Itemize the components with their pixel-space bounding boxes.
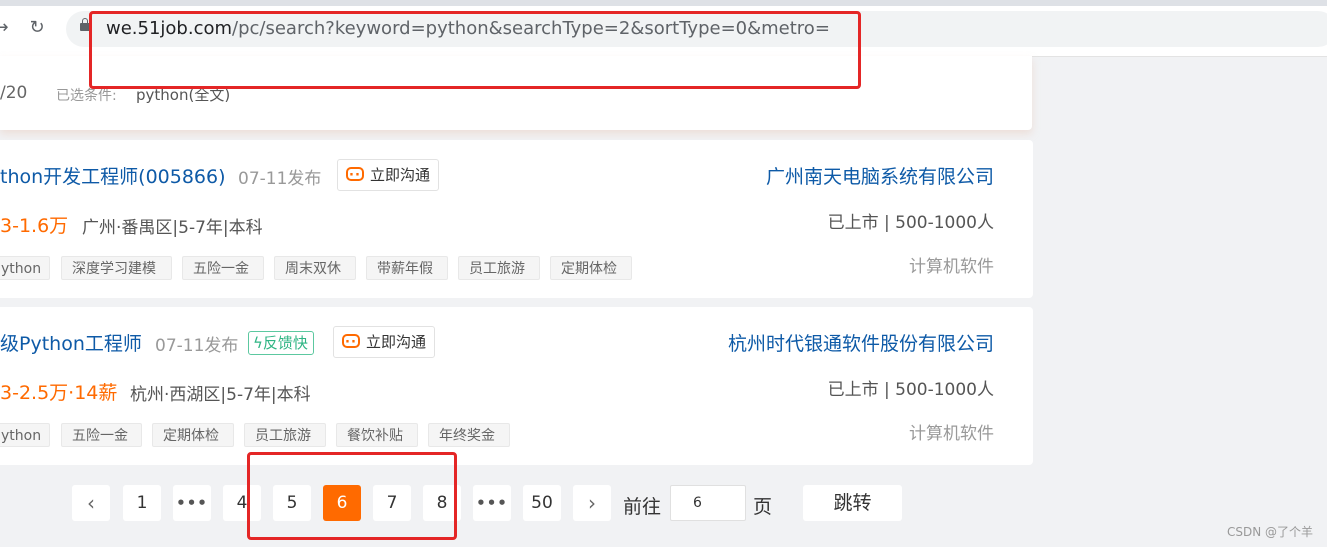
address-bar[interactable]: we.51job.com/pc/search?keyword=python&se… [66, 11, 1327, 47]
salary: 3-2.5万·14薪 [0, 382, 118, 404]
post-date: 07-11发布 [155, 336, 239, 356]
jump-button[interactable]: 跳转 [803, 485, 902, 521]
prev-page-button[interactable]: ‹ [72, 485, 110, 521]
job-tag: 员工旅游 [244, 423, 326, 447]
company-name[interactable]: 杭州时代银通软件股份有限公司 [728, 329, 994, 356]
salary: 3-1.6万 [0, 215, 69, 237]
badge-label: 反馈快 [262, 334, 308, 352]
job-location: 广州·番禺区|5-7年|本科 [82, 218, 263, 238]
page-button[interactable]: 4 [223, 485, 261, 521]
next-page-button[interactable]: › [573, 485, 611, 521]
chat-button[interactable]: 立即沟通 [333, 326, 436, 358]
browser-toolbar: → ↻ we.51job.com/pc/search?keyword=pytho… [0, 0, 1327, 57]
url-text[interactable]: we.51job.com/pc/search?keyword=python&se… [106, 18, 830, 40]
selected-condition[interactable]: python(全文) [136, 84, 230, 105]
page-button[interactable]: 7 [373, 485, 411, 521]
job-tag: 深度学习建模 [61, 256, 172, 280]
url-path: /pc/search?keyword=python&searchType=2&s… [232, 18, 830, 39]
page-content: /20 已选条件: python(全文) thon开发工程师(005866) 0… [0, 56, 1327, 547]
page-ellipsis[interactable]: ••• [173, 485, 211, 521]
job-location: 杭州·西湖区|5-7年|本科 [130, 385, 311, 405]
chat-icon [346, 161, 364, 191]
current-page-button[interactable]: 6 [323, 485, 361, 521]
job-tag: ython [0, 423, 50, 447]
pagination: ‹ 1 ••• 4 5 6 7 8 ••• 50 › 前往 页 跳转 [0, 484, 1000, 524]
company-name[interactable]: 广州南天电脑系统有限公司 [766, 162, 994, 189]
company-industry: 计算机软件 [909, 257, 994, 277]
job-title[interactable]: 级Python工程师 [0, 329, 142, 356]
reload-icon[interactable]: ↻ [26, 17, 48, 39]
job-tag: ython [0, 256, 50, 280]
page-suffix: 页 [753, 496, 773, 518]
job-card[interactable]: thon开发工程师(005866) 07-11发布 立即沟通 3-1.6万 广州… [0, 140, 1033, 298]
goto-page-input[interactable] [670, 485, 746, 521]
job-tag: 定期体检 [550, 256, 632, 280]
chat-button-label: 立即沟通 [366, 333, 427, 351]
lock-icon [80, 18, 90, 31]
chat-icon [342, 328, 360, 358]
page-ellipsis[interactable]: ••• [473, 485, 511, 521]
watermark: CSDN @了个羊 [1226, 525, 1313, 539]
forward-arrow-icon[interactable]: → [0, 17, 12, 39]
company-scale: 已上市 | 500-1000人 [827, 380, 994, 400]
job-tag: 餐饮补贴 [336, 423, 418, 447]
page-button[interactable]: 5 [273, 485, 311, 521]
post-date: 07-11发布 [238, 169, 322, 189]
job-tag: 带薪年假 [366, 256, 448, 280]
job-tag: 五险一金 [61, 423, 142, 447]
chat-button[interactable]: 立即沟通 [337, 159, 440, 191]
page-button[interactable]: 50 [523, 485, 561, 521]
company-scale: 已上市 | 500-1000人 [827, 213, 994, 233]
url-host: we.51job.com [106, 18, 233, 39]
job-title[interactable]: thon开发工程师(005866) [0, 162, 226, 189]
job-tag: 五险一金 [182, 256, 264, 280]
job-card[interactable]: 级Python工程师 07-11发布 ϟ反馈快 立即沟通 3-2.5万·14薪 … [0, 307, 1033, 465]
job-tag: 年终奖金 [428, 423, 510, 447]
company-industry: 计算机软件 [909, 424, 994, 444]
fast-feedback-badge: ϟ反馈快 [248, 331, 314, 355]
filter-bar: /20 已选条件: python(全文) [0, 56, 1032, 130]
selected-conditions-label: 已选条件: [56, 88, 117, 104]
page-button[interactable]: 8 [423, 485, 461, 521]
result-count: /20 [0, 83, 28, 103]
job-tag: 定期体检 [152, 423, 234, 447]
goto-label: 前往 [623, 496, 662, 518]
job-tag: 周末双休 [274, 256, 356, 280]
lightning-icon: ϟ [253, 334, 263, 352]
page-button[interactable]: 1 [123, 485, 161, 521]
tab-strip [0, 0, 1327, 6]
chat-button-label: 立即沟通 [370, 166, 431, 184]
job-tag: 员工旅游 [458, 256, 540, 280]
